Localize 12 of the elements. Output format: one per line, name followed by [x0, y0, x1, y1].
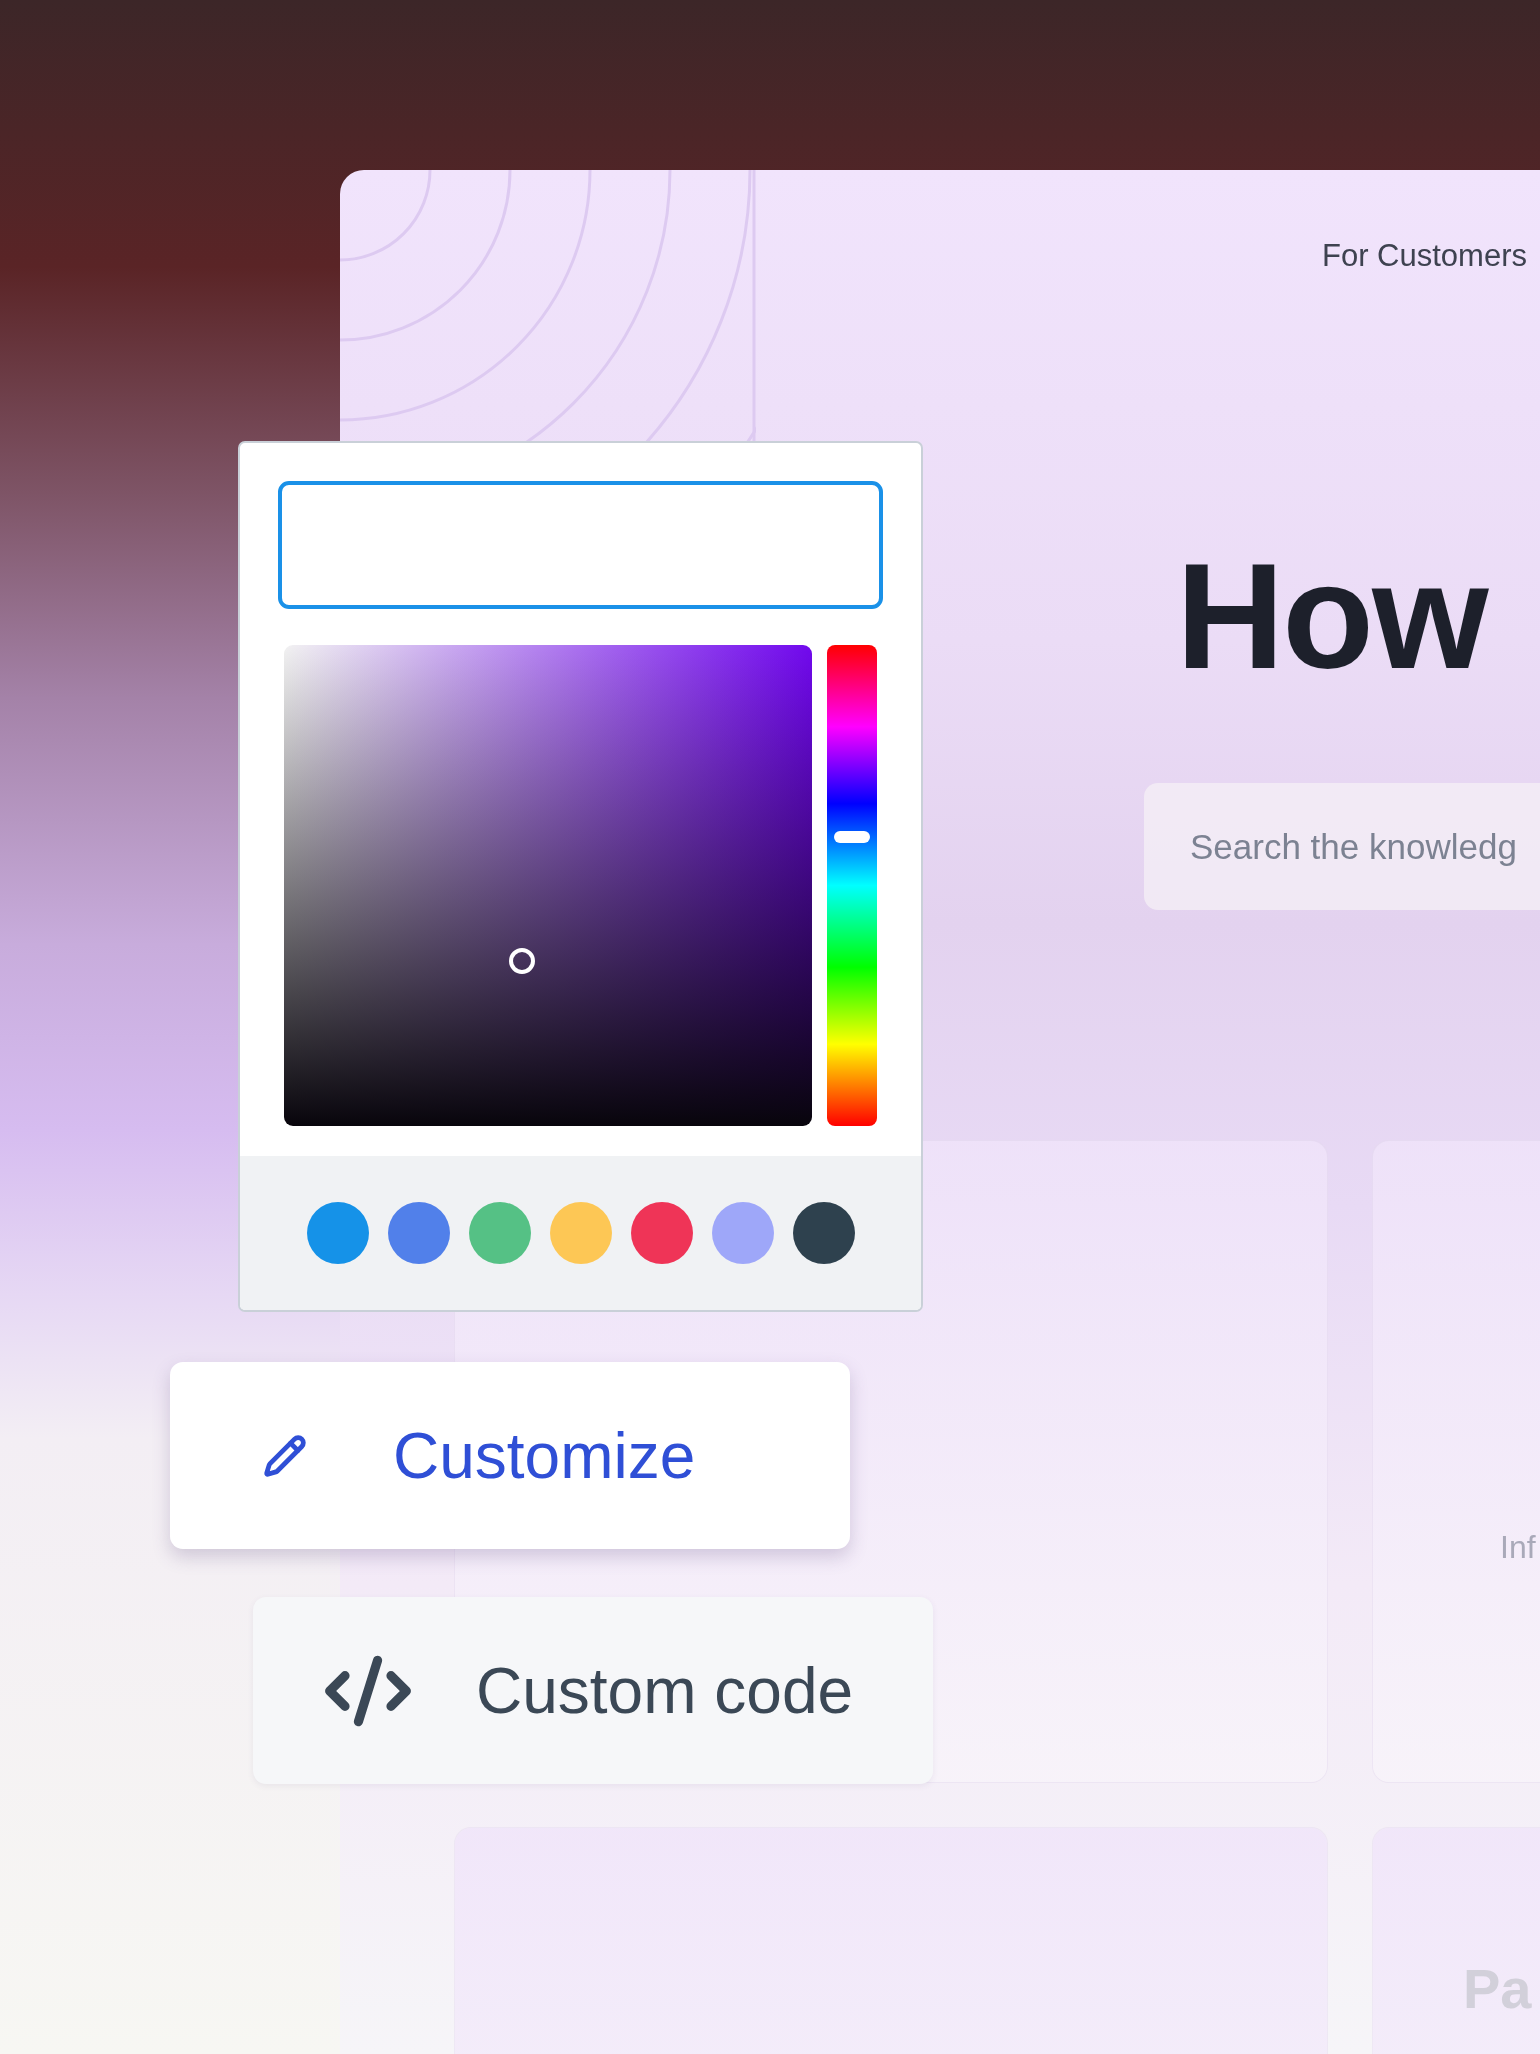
customize-button[interactable]: Customize — [170, 1362, 850, 1549]
slider-thumb[interactable] — [834, 831, 870, 844]
hue-slider[interactable] — [827, 645, 877, 1126]
color-input-field[interactable] — [278, 481, 883, 609]
card-caption: Inf — [1500, 1529, 1536, 1566]
pencil-icon — [262, 1433, 307, 1478]
custom-code-button[interactable]: Custom code — [253, 1597, 933, 1784]
search-field[interactable]: Search the knowledg — [1144, 783, 1540, 910]
color-cursor[interactable] — [509, 948, 535, 974]
nav-link[interactable]: For Customers — [1322, 238, 1527, 273]
color-area[interactable] — [284, 645, 812, 1126]
page-heading: How — [1176, 541, 1489, 691]
